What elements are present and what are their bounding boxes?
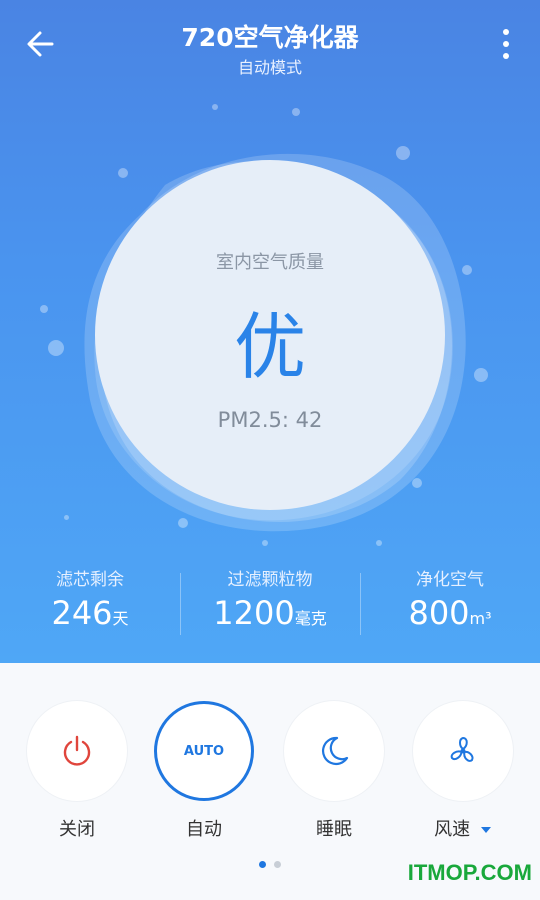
fan-speed-label[interactable]: 风速 [403, 815, 523, 841]
bubble [64, 515, 69, 520]
stat-filter-remaining: 滤芯剩余 246天 [0, 565, 180, 632]
fan-speed-text: 风速 [434, 819, 471, 840]
auto-label: 自动 [186, 819, 222, 840]
hero-panel: 720空气净化器 自动模式 室内空气质量 优 PM2.5: 42 滤芯剩余 24… [0, 0, 540, 663]
air-quality-grade: 优 [233, 305, 306, 389]
power-icon [63, 735, 91, 766]
page-title: 720空气净化器 [181, 23, 359, 52]
auto-text: AUTO [183, 743, 225, 759]
pm25-reading: PM2.5: 42 [217, 408, 323, 432]
app-header: 720空气净化器 自动模式 [0, 0, 540, 90]
fan-speed-button[interactable] [413, 701, 513, 801]
sleep-mode-button[interactable] [284, 701, 384, 801]
stat-value: 800 [408, 594, 470, 632]
sleep-label: 睡眠 [316, 819, 352, 840]
page-dot [274, 861, 281, 868]
stat-particles-filtered: 过滤颗粒物 1200毫克 [180, 565, 360, 632]
stat-unit: 毫克 [294, 609, 327, 628]
power-button[interactable] [27, 701, 127, 801]
more-menu-icon[interactable] [494, 26, 518, 62]
caret-down-icon [480, 827, 491, 833]
air-quality-label: 室内空气质量 [216, 252, 324, 273]
stat-air-purified: 净化空气 800m³ [360, 565, 540, 632]
stat-value: 246 [51, 594, 113, 632]
stat-label: 净化空气 [416, 570, 484, 590]
auto-mode-button[interactable]: AUTO [154, 701, 254, 801]
mode-subtitle: 自动模式 [237, 58, 302, 77]
stat-unit: 天 [112, 609, 129, 628]
stat-label: 滤芯剩余 [56, 570, 124, 590]
stat-label: 过滤颗粒物 [227, 570, 313, 590]
moon-icon [322, 736, 349, 765]
stat-unit: m³ [469, 609, 492, 628]
power-label: 关闭 [59, 819, 95, 840]
bubble [376, 540, 382, 546]
bubble [212, 104, 218, 110]
bubble [292, 108, 300, 116]
control-panel: 关闭 AUTO 自动 睡眠 风速 ITMOP.COM [0, 663, 540, 900]
bubble [262, 540, 268, 546]
stat-value: 1200 [213, 594, 295, 632]
stats-row: 滤芯剩余 246天 过滤颗粒物 1200毫克 净化空气 800m³ [0, 565, 540, 645]
fan-icon [450, 736, 474, 762]
watermark-logo: ITMOP.COM [407, 860, 532, 885]
page-dot-active [259, 861, 266, 868]
